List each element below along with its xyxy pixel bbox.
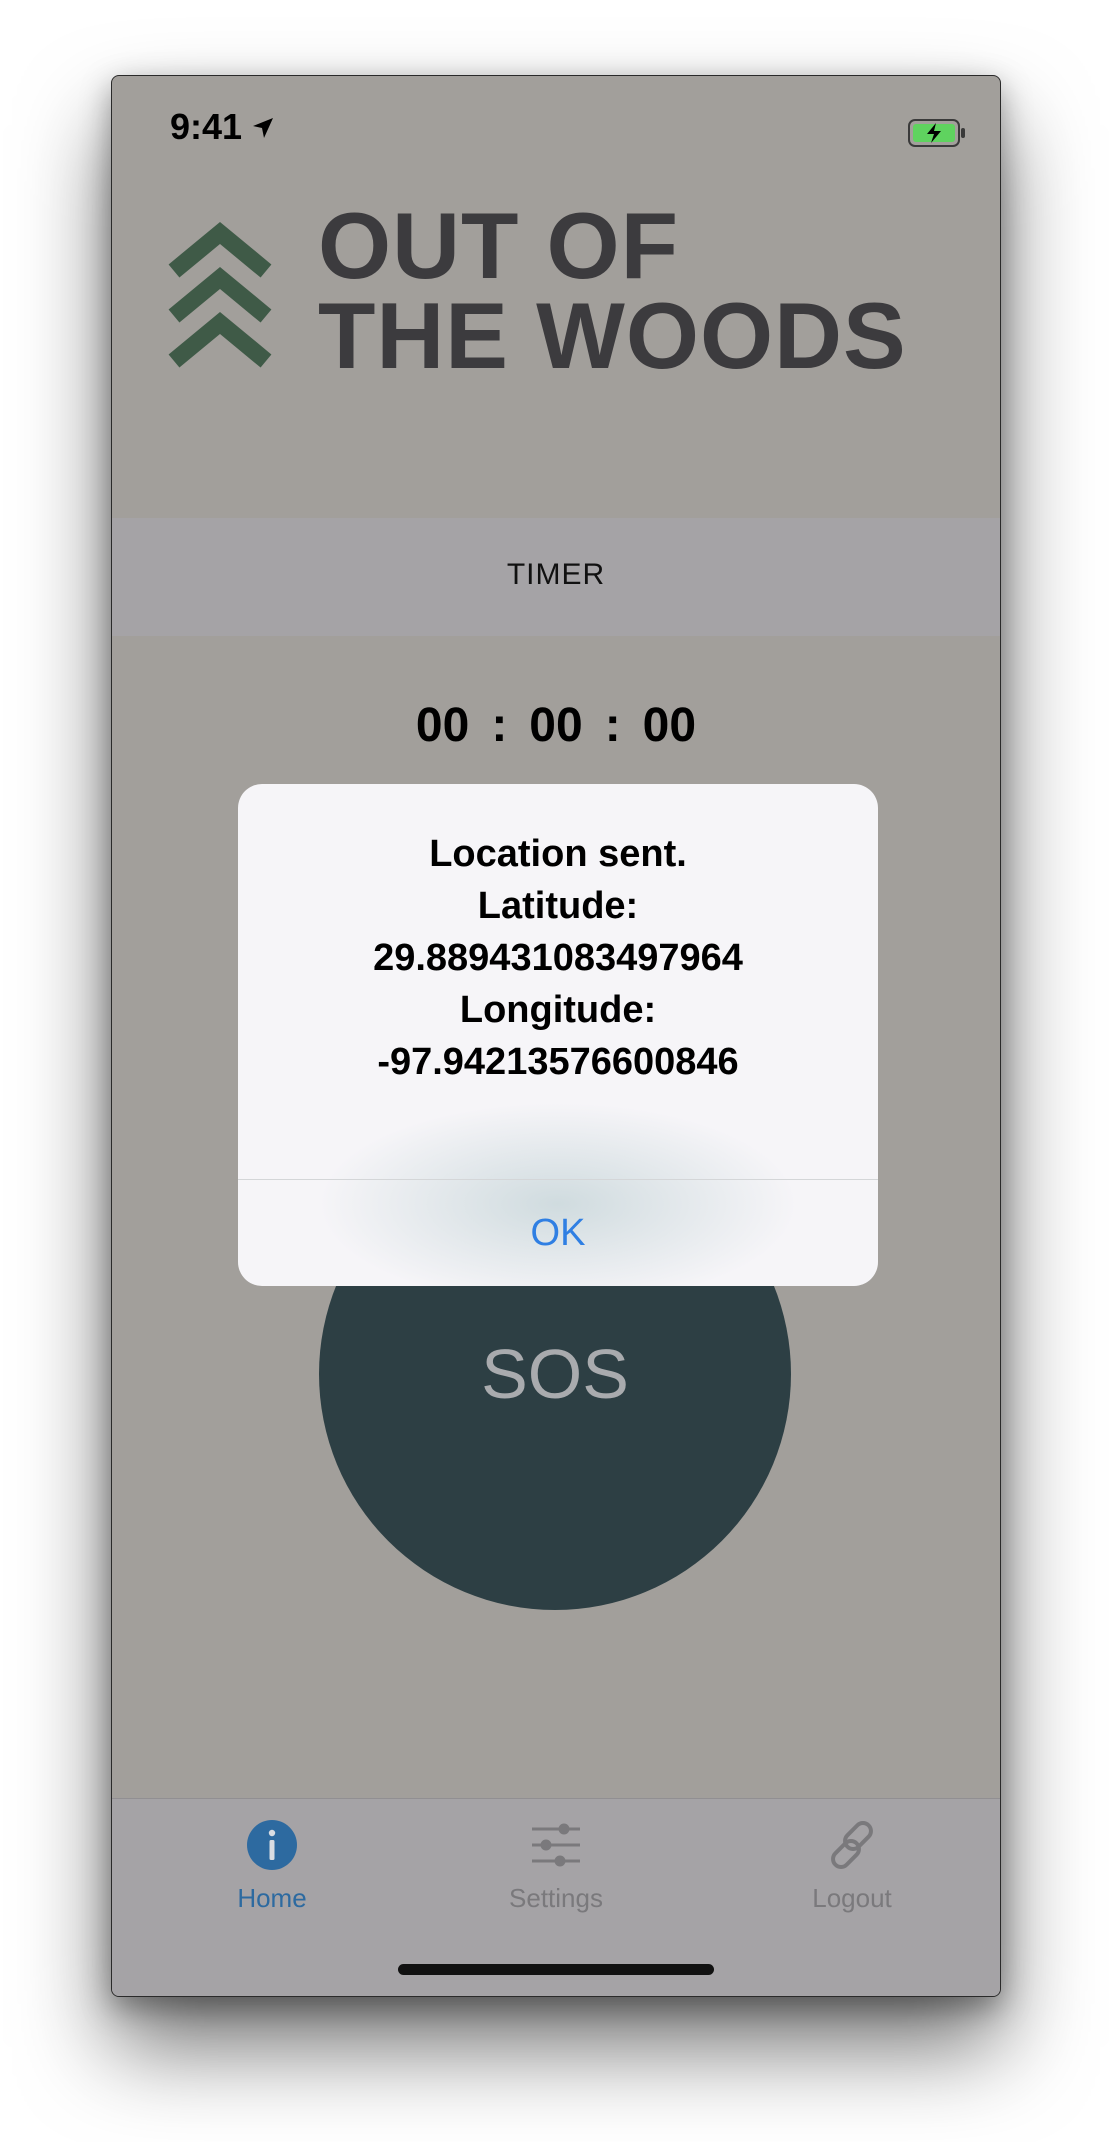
location-arrow-icon <box>253 118 273 138</box>
logo-line-1: OUT OF <box>318 193 680 298</box>
home-indicator <box>398 1964 714 1975</box>
logo-line-2: THE WOODS <box>318 283 907 388</box>
battery-charging-icon <box>908 119 965 147</box>
chevrons-logo-icon <box>168 221 272 368</box>
longitude-value: -97.94213576600846 <box>377 1041 739 1083</box>
timer-display: 00:00:00 <box>112 698 1000 753</box>
alert-title: Location sent. <box>429 833 687 875</box>
timer-separator: : <box>604 699 621 752</box>
info-icon <box>247 1820 297 1870</box>
phone-screen: 9:41 OUT OF THE WOODS TIMER 00:00:00 SOS <box>111 75 1001 1997</box>
tab-settings-label: Settings <box>509 1883 603 1913</box>
sliders-icon <box>532 1823 580 1867</box>
tab-home[interactable]: Home <box>172 1817 372 1914</box>
timer-seconds[interactable]: 00 <box>643 698 696 753</box>
tab-logout-label: Logout <box>812 1883 892 1913</box>
latitude-label: Latitude: <box>477 885 639 927</box>
timer-separator: : <box>491 699 508 752</box>
link-icon <box>831 1821 873 1869</box>
longitude-label: Longitude: <box>459 989 657 1031</box>
latitude-value: 29.889431083497964 <box>373 937 743 979</box>
status-time: 9:41 <box>170 106 243 147</box>
alert-message: Location sent. Latitude: 29.889431083497… <box>238 828 878 1088</box>
location-alert-dialog: Location sent. Latitude: 29.889431083497… <box>238 784 878 1286</box>
tab-logout[interactable]: Logout <box>752 1817 952 1914</box>
ok-button[interactable]: OK <box>238 1180 878 1286</box>
timer-label: TIMER <box>506 558 606 591</box>
tab-settings[interactable]: Settings <box>456 1817 656 1914</box>
timer-minutes[interactable]: 00 <box>529 698 582 753</box>
sos-label: SOS <box>481 1335 629 1413</box>
app-logo-wordmark: OUT OF THE WOODS <box>318 193 907 388</box>
tab-home-label: Home <box>237 1883 307 1913</box>
timer-header: TIMER <box>112 518 1000 636</box>
timer-hours[interactable]: 00 <box>416 698 469 753</box>
